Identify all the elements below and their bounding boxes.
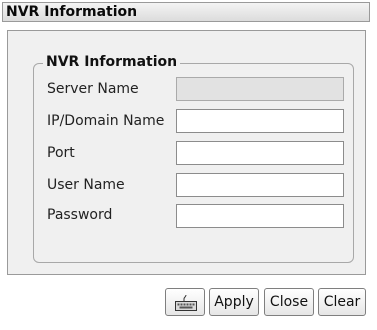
keyboard-button[interactable] (165, 288, 205, 316)
user-name-label: User Name (47, 177, 125, 193)
window-title: NVR Information (6, 4, 138, 20)
password-label: Password (47, 207, 113, 223)
server-name-field (176, 77, 344, 101)
port-label: Port (47, 145, 75, 161)
ip-domain-name-field[interactable] (176, 109, 344, 133)
apply-button[interactable]: Apply (209, 288, 259, 316)
keyboard-icon (175, 294, 197, 311)
port-field[interactable] (176, 141, 344, 165)
group-title: NVR Information (43, 54, 181, 70)
title-bar: NVR Information (2, 2, 370, 22)
user-name-field[interactable] (176, 173, 344, 197)
clear-button[interactable]: Clear (318, 288, 366, 316)
ip-domain-name-label: IP/Domain Name (47, 113, 165, 129)
close-button[interactable]: Close (264, 288, 314, 316)
nvr-information-dialog: NVR Information NVR Information Server N… (0, 0, 377, 330)
password-field[interactable] (176, 204, 344, 228)
server-name-label: Server Name (47, 81, 139, 97)
